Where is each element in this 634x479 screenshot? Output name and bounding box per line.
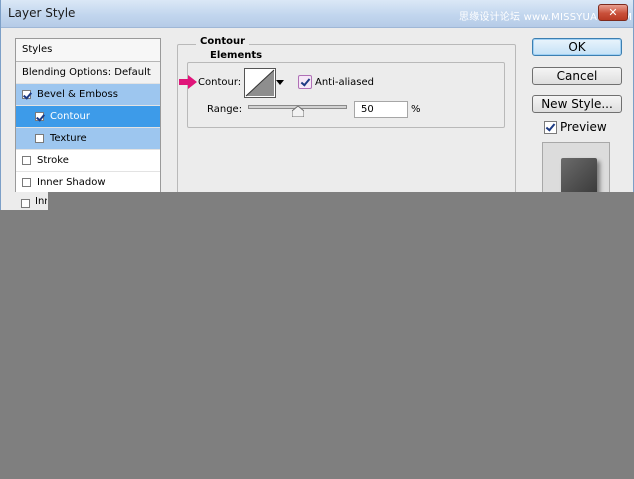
style-item-inner-shadow[interactable]: Inner Shadow xyxy=(16,172,160,192)
preview-label: Preview xyxy=(560,120,607,134)
preview-tile xyxy=(561,158,597,192)
blending-options-label: Blending Options: Default xyxy=(22,67,151,78)
window-title: Layer Style xyxy=(8,6,76,20)
style-item-label: Bevel & Emboss xyxy=(37,89,118,100)
contour-picker[interactable] xyxy=(244,68,276,98)
title-bar[interactable]: Layer Style 思缘设计论坛 www.MISSYUAN.COM ✕ xyxy=(1,0,633,28)
slider-thumb-icon[interactable] xyxy=(292,106,304,117)
stroke-checkbox[interactable] xyxy=(22,156,31,165)
blending-options-item[interactable]: Blending Options: Default xyxy=(16,62,160,84)
chevron-down-icon[interactable] xyxy=(276,78,284,86)
inner-shadow-checkbox[interactable] xyxy=(22,178,31,187)
elements-group xyxy=(187,62,505,128)
contour-group-title: Contour xyxy=(196,36,250,47)
range-input[interactable] xyxy=(354,101,408,118)
layer-style-dialog: Layer Style 思缘设计论坛 www.MISSYUAN.COM ✕ St… xyxy=(0,0,634,192)
texture-checkbox[interactable] xyxy=(35,134,44,143)
style-item-contour[interactable]: Contour xyxy=(16,106,160,128)
anti-aliased-label: Anti-aliased xyxy=(315,77,375,88)
close-icon: ✕ xyxy=(608,6,618,19)
bevel-emboss-checkbox[interactable] xyxy=(22,90,31,99)
range-label: Range: xyxy=(207,104,243,115)
style-item-bevel-emboss[interactable]: Bevel & Emboss xyxy=(16,84,160,106)
ok-button[interactable]: OK xyxy=(532,38,622,56)
contour-curve-icon xyxy=(245,69,275,97)
styles-list: Styles Blending Options: Default Bevel &… xyxy=(15,38,161,192)
styles-header[interactable]: Styles xyxy=(16,39,160,62)
style-item-stroke[interactable]: Stroke xyxy=(16,150,160,172)
new-style-button[interactable]: New Style... xyxy=(532,95,622,113)
preview-checkbox[interactable] xyxy=(544,121,557,134)
grey-overlay xyxy=(0,192,634,479)
style-item-label: Texture xyxy=(50,133,87,144)
inner-glow-checkbox[interactable] xyxy=(21,199,30,208)
style-item-label: Contour xyxy=(50,111,90,122)
cancel-button[interactable]: Cancel xyxy=(532,67,622,85)
anti-aliased-checkbox[interactable] xyxy=(298,75,312,89)
close-button[interactable]: ✕ xyxy=(598,4,628,21)
style-item-label: Inner Glow xyxy=(35,196,47,207)
style-item-texture[interactable]: Texture xyxy=(16,128,160,150)
elements-group-title: Elements xyxy=(206,50,267,61)
range-unit: % xyxy=(411,104,421,115)
contour-label: Contour: xyxy=(198,77,242,88)
pointer-arrow-icon xyxy=(179,75,197,89)
style-item-label: Stroke xyxy=(37,155,69,166)
style-item-label: Inner Shadow xyxy=(37,177,106,188)
contour-checkbox[interactable] xyxy=(35,112,44,121)
